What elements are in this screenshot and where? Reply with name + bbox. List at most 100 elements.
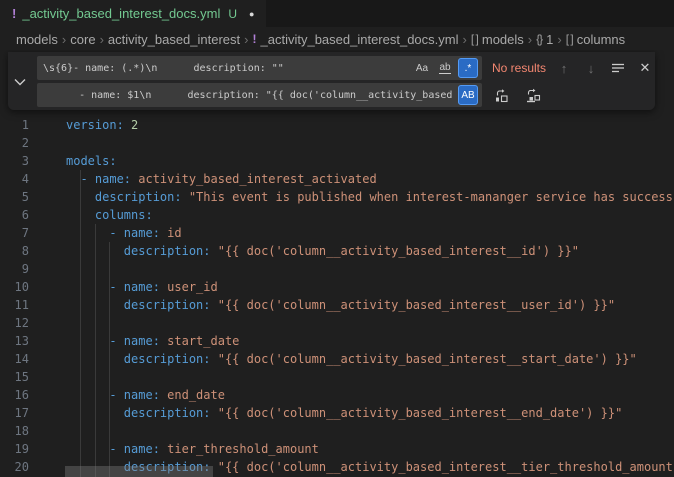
symbol-object-icon: {} [536, 32, 542, 46]
breadcrumb-separator-icon: › [557, 32, 561, 47]
line-number[interactable]: 4 [0, 170, 29, 188]
breadcrumb-item[interactable]: activity_based_interest [108, 32, 240, 47]
replace-all-button[interactable] [522, 84, 544, 106]
breadcrumb-item[interactable]: [ ] models [471, 32, 524, 47]
line-content: - name: start_date [66, 332, 239, 350]
line-number[interactable]: 20 [0, 458, 29, 476]
line-number[interactable]: 5 [0, 188, 29, 206]
line-number[interactable]: 2 [0, 134, 29, 152]
code-line[interactable]: 5 description: "This event is published … [0, 188, 674, 206]
line-content: - name: tier_threshold_amount [66, 440, 319, 458]
code-line[interactable]: 12 [0, 314, 674, 332]
line-content: description: "{{ doc('column__activity_b… [66, 242, 579, 260]
code-line[interactable]: 2 [0, 134, 674, 152]
breadcrumb-label: activity_based_interest [108, 32, 240, 47]
code-line[interactable]: 1 version: 2 [0, 116, 674, 134]
line-number[interactable]: 3 [0, 152, 29, 170]
whole-word-icon: ab [439, 63, 450, 74]
code-line[interactable]: 7 - name: id [0, 224, 674, 242]
code-line[interactable]: 10 - name: user_id [0, 278, 674, 296]
line-content: description: "{{ doc('column__activity_b… [66, 404, 622, 422]
match-case-toggle[interactable]: Aa [412, 58, 432, 78]
replace-input[interactable] [37, 83, 482, 107]
line-content: description: "{{ doc('column__activity_b… [66, 296, 615, 314]
code-line[interactable]: 8 description: "{{ doc('column__activity… [0, 242, 674, 260]
symbol-array-icon: [ ] [566, 32, 573, 46]
line-content: - name: user_id [66, 278, 218, 296]
line-content: models: [66, 152, 117, 170]
find-replace-widget: Aa ab .* No results ↑ ↓ ✕ AB [8, 52, 655, 110]
line-number[interactable]: 18 [0, 422, 29, 440]
code-line[interactable]: 9 [0, 260, 674, 278]
next-match-button[interactable]: ↓ [580, 57, 602, 79]
line-number[interactable]: 8 [0, 242, 29, 260]
breadcrumb-label: _activity_based_interest_docs.yml [261, 32, 459, 47]
code-line[interactable]: 18 [0, 422, 674, 440]
breadcrumb-label: core [70, 32, 95, 47]
code-line[interactable]: 16 - name: end_date [0, 386, 674, 404]
line-content: - name: id [66, 224, 182, 242]
line-number[interactable]: 11 [0, 296, 29, 314]
line-content: description: "{{ doc('column__activity_b… [66, 350, 637, 368]
line-number[interactable]: 1 [0, 116, 29, 134]
breadcrumb-item[interactable]: models [16, 32, 58, 47]
editor-pane[interactable]: 1version: 223models:4 - name: activity_b… [0, 50, 674, 477]
breadcrumb-item[interactable]: ! _activity_based_interest_docs.yml [253, 32, 459, 47]
breadcrumb-item[interactable]: [ ] columns [566, 32, 625, 47]
vscode-window: ! _activity_based_interest_docs.yml U ● … [0, 0, 674, 477]
preserve-case-toggle[interactable]: AB [458, 85, 478, 105]
code-line[interactable]: 17 description: "{{ doc('column__activit… [0, 404, 674, 422]
toggle-replace-chevron-icon[interactable] [11, 73, 29, 91]
yaml-icon: ! [253, 32, 257, 46]
git-untracked-badge: U [228, 7, 237, 21]
horizontal-scrollbar[interactable] [65, 466, 213, 477]
line-content: version: 2 [66, 116, 138, 134]
close-find-widget-button[interactable]: ✕ [634, 57, 656, 79]
line-number[interactable]: 7 [0, 224, 29, 242]
regex-toggle[interactable]: .* [458, 58, 478, 78]
code-line[interactable]: 19 - name: tier_threshold_amount [0, 440, 674, 458]
breadcrumb-label: models [482, 32, 524, 47]
line-content: description: "This event is published wh… [66, 188, 674, 206]
code-line[interactable]: 3 models: [0, 152, 674, 170]
code-lines: 1version: 223models:4 - name: activity_b… [0, 116, 674, 476]
code-line[interactable]: 4 - name: activity_based_interest_activa… [0, 170, 674, 188]
line-number[interactable]: 14 [0, 350, 29, 368]
tab-bar: ! _activity_based_interest_docs.yml U ● [0, 0, 674, 28]
tab-activity-based-interest-docs[interactable]: ! _activity_based_interest_docs.yml U ● [0, 0, 267, 27]
symbol-array-icon: [ ] [471, 32, 478, 46]
modified-dot-icon[interactable]: ● [249, 9, 254, 19]
code-line[interactable]: 6 columns: [0, 206, 674, 224]
breadcrumb-separator-icon: › [244, 32, 248, 47]
breadcrumb-separator-icon: › [528, 32, 532, 47]
yaml-icon: ! [12, 6, 16, 21]
replace-button[interactable] [490, 84, 512, 106]
breadcrumb-separator-icon: › [100, 32, 104, 47]
breadcrumb-label: 1 [546, 32, 553, 47]
breadcrumb-item[interactable]: {} 1 [536, 32, 553, 47]
line-number[interactable]: 9 [0, 260, 29, 278]
breadcrumb-label: models [16, 32, 58, 47]
breadcrumb-item[interactable]: core [70, 32, 95, 47]
breadcrumb-separator-icon: › [62, 32, 66, 47]
code-line[interactable]: 13 - name: start_date [0, 332, 674, 350]
line-number[interactable]: 15 [0, 368, 29, 386]
line-number[interactable]: 17 [0, 404, 29, 422]
line-number[interactable]: 19 [0, 440, 29, 458]
find-in-selection-button[interactable] [607, 57, 629, 79]
code-line[interactable]: 11 description: "{{ doc('column__activit… [0, 296, 674, 314]
line-number[interactable]: 6 [0, 206, 29, 224]
breadcrumb-label: columns [577, 32, 625, 47]
breadcrumb: models › core › activity_based_interest ›! _ac… [0, 28, 674, 50]
whole-word-toggle[interactable]: ab [435, 58, 455, 78]
line-number[interactable]: 10 [0, 278, 29, 296]
line-number[interactable]: 12 [0, 314, 29, 332]
line-number[interactable]: 16 [0, 386, 29, 404]
code-line[interactable]: 15 [0, 368, 674, 386]
line-content: - name: activity_based_interest_activate… [66, 170, 377, 188]
line-content: columns: [66, 206, 153, 224]
code-line[interactable]: 14 description: "{{ doc('column__activit… [0, 350, 674, 368]
line-number[interactable]: 13 [0, 332, 29, 350]
previous-match-button[interactable]: ↑ [553, 57, 575, 79]
tab-filename: _activity_based_interest_docs.yml [22, 6, 220, 21]
